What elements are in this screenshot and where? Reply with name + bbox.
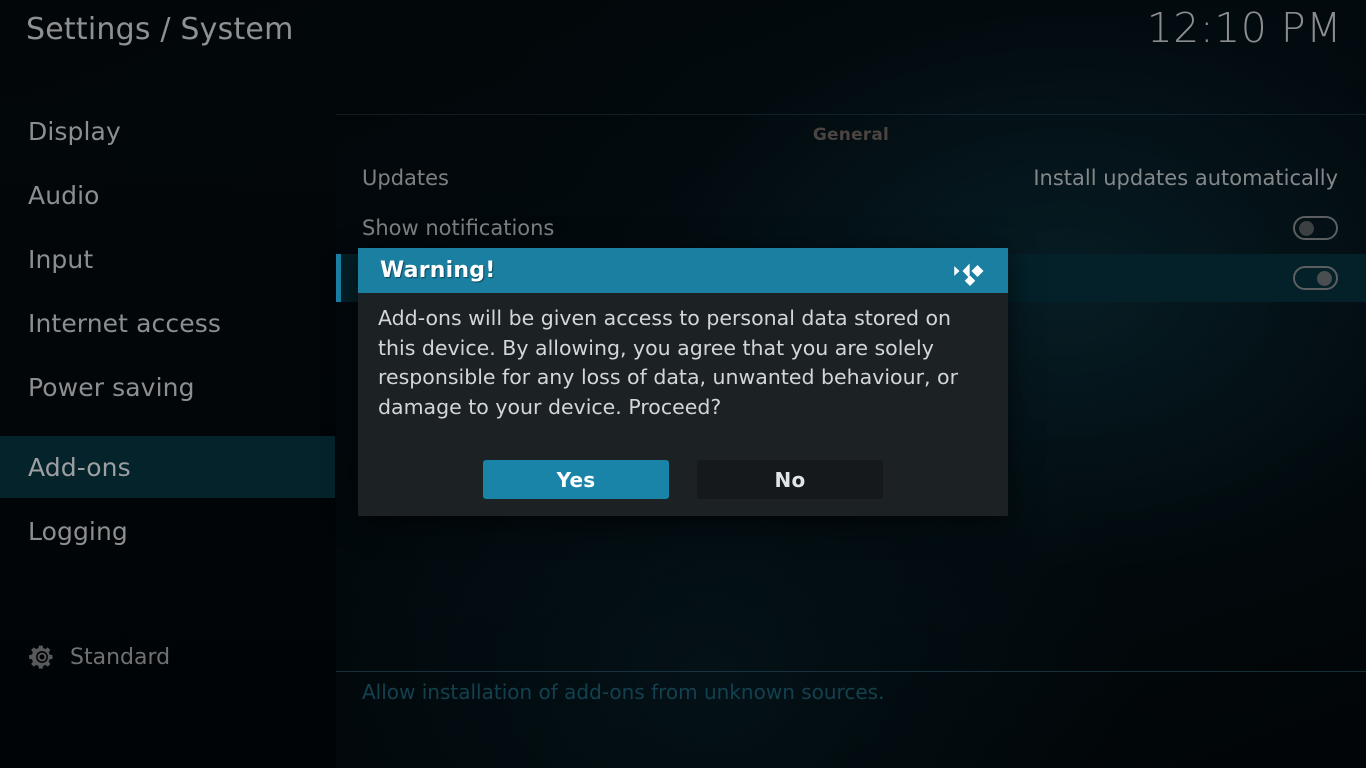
settings-level-selector[interactable]: Standard xyxy=(0,627,335,687)
settings-level-label: Standard xyxy=(70,644,171,670)
sidebar-item-label: Input xyxy=(28,244,94,274)
help-bar: Allow installation of add-ons from unkno… xyxy=(336,671,1366,768)
setting-label: Show notifications xyxy=(362,216,555,240)
dialog-button-row: Yes No xyxy=(358,460,1008,499)
sidebar-item-logging[interactable]: Logging xyxy=(0,500,335,562)
setting-value: Install updates automatically xyxy=(1033,166,1338,190)
page-title: Settings / System xyxy=(26,12,294,47)
toggle-knob xyxy=(1299,221,1314,236)
sidebar-item-label: Internet access xyxy=(28,308,221,338)
sidebar-item-label: Logging xyxy=(28,516,128,546)
show-notifications-toggle[interactable] xyxy=(1293,216,1338,240)
sidebar-item-label: Power saving xyxy=(28,372,195,402)
warning-dialog: Warning! Add-ons will be given access to… xyxy=(358,248,1008,516)
settings-group-title: General xyxy=(812,125,890,145)
unknown-sources-toggle[interactable] xyxy=(1293,266,1338,290)
dialog-header: Warning! xyxy=(358,248,1008,293)
sidebar-item-label: Add-ons xyxy=(28,452,131,482)
yes-button[interactable]: Yes xyxy=(483,460,669,499)
sidebar-item-internet-access[interactable]: Internet access xyxy=(0,292,335,354)
sidebar-item-audio[interactable]: Audio xyxy=(0,164,335,226)
toggle-knob xyxy=(1317,271,1332,286)
no-button-label: No xyxy=(774,467,806,492)
sidebar-item-label: Audio xyxy=(28,180,100,210)
gear-icon xyxy=(29,645,53,669)
kodi-settings-screen: Settings / System 12:10 PM Display Audio… xyxy=(0,0,1366,768)
sidebar-item-label: Display xyxy=(28,116,121,146)
sidebar-item-power-saving[interactable]: Power saving xyxy=(0,356,335,418)
setting-label: Updates xyxy=(362,166,449,190)
clock: 12:10 PM xyxy=(1146,4,1342,52)
top-bar: Settings / System 12:10 PM xyxy=(0,0,1366,100)
yes-button-label: Yes xyxy=(556,467,596,492)
dialog-message: Add-ons will be given access to personal… xyxy=(378,306,958,419)
help-description: Allow installation of add-ons from unkno… xyxy=(362,680,885,704)
dialog-body: Add-ons will be given access to personal… xyxy=(378,304,988,422)
no-button[interactable]: No xyxy=(697,460,883,499)
kodi-logo-icon xyxy=(954,263,984,286)
dialog-title: Warning! xyxy=(380,258,496,283)
setting-row-updates[interactable]: Updates Install updates automatically xyxy=(336,154,1366,202)
sidebar-item-add-ons[interactable]: Add-ons xyxy=(0,436,335,498)
sidebar-item-input[interactable]: Input xyxy=(0,228,335,290)
setting-row-show-notifications[interactable]: Show notifications xyxy=(336,204,1366,252)
sidebar: Display Audio Input Internet access Powe… xyxy=(0,100,336,768)
sidebar-item-display[interactable]: Display xyxy=(0,100,335,162)
